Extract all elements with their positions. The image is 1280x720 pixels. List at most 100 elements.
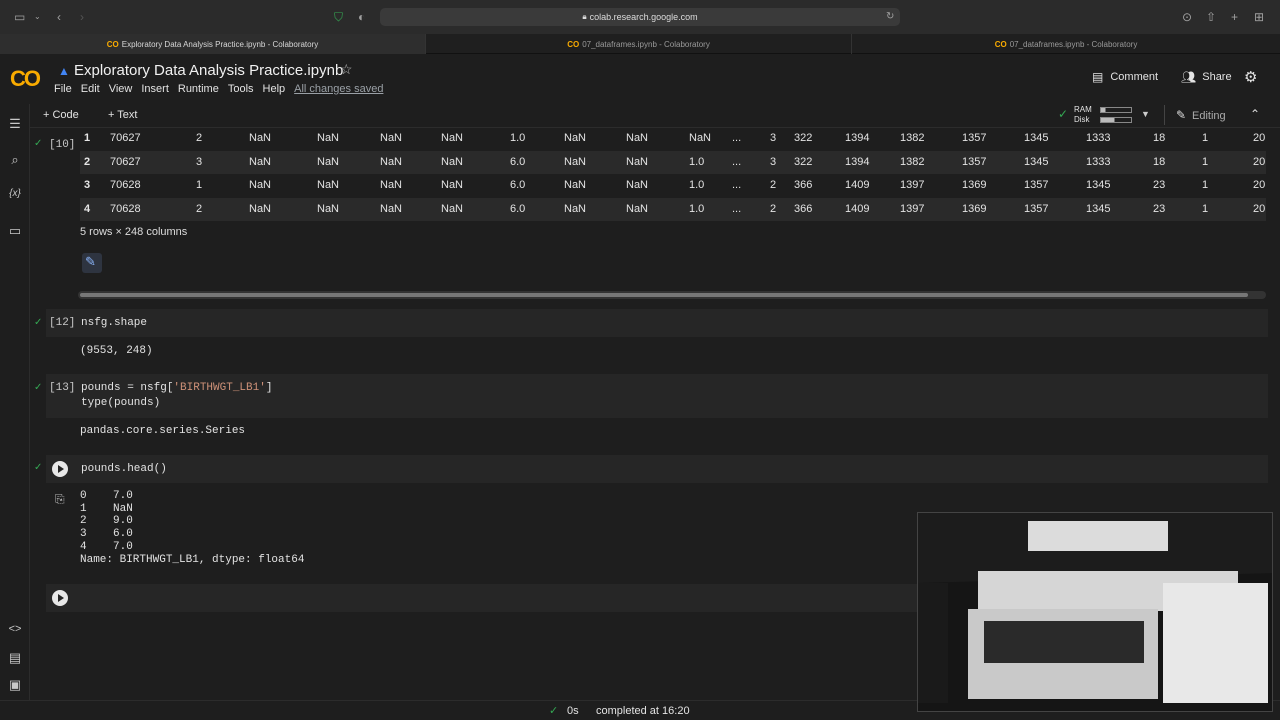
address-bar[interactable]: 🔒︎ colab.research.google.com (380, 8, 900, 26)
table-cell: 1382 (900, 155, 925, 168)
table-cell: 20 (1253, 132, 1266, 144)
table-cell: 2 (770, 202, 777, 215)
menu-view[interactable]: View (109, 83, 133, 95)
files-icon[interactable]: ▭ (7, 223, 23, 239)
add-text-button[interactable]: + Text (108, 109, 137, 121)
table-row: 2 70627 3 NaN NaN NaN NaN 6.0 NaN NaN 1.0... 3 322 13… (80, 150, 1266, 174)
disk-label: Disk (1074, 115, 1090, 124)
table-row: 3 70628 1 NaN NaN NaN NaN 6.0 NaN NaN 1.0... 2 366 14… (80, 174, 1266, 197)
save-status[interactable]: All changes saved (294, 83, 383, 95)
toc-icon[interactable]: ☰ (7, 116, 23, 132)
collapse-header-icon[interactable]: ⌃ (1250, 107, 1260, 121)
new-tab-icon[interactable]: + (1231, 9, 1238, 25)
table-cell: 70628 (110, 179, 141, 191)
notebook-toolbar: + Code + Text ✓ RAM Disk ▼ ✎ Editing ⌃ (30, 104, 1280, 128)
resources-indicator[interactable]: RAM Disk (1074, 105, 1132, 125)
tab-eda[interactable]: CO Exploratory Data Analysis Practice.ip… (0, 34, 426, 54)
comment-label: Comment (1110, 71, 1159, 83)
share-button[interactable]: 👥︎ Share (1181, 70, 1232, 84)
table-cell: NaN (380, 132, 403, 144)
table-cell: 1 (1202, 132, 1209, 144)
cell-10-check-icon: ✓ (34, 138, 43, 149)
sidebar-toggle-icon[interactable]: ▭ (14, 9, 25, 25)
search-icon[interactable]: ⌕ (7, 152, 23, 168)
empty-cell-run-button[interactable] (52, 590, 68, 606)
table-cell: 18 (1153, 155, 1166, 168)
table-cell: 3 (196, 155, 203, 168)
download-icon[interactable]: ⊙ (1182, 9, 1192, 25)
table-cell: NaN (441, 202, 464, 215)
cell-12-editor[interactable] (46, 309, 1268, 337)
table-cell: 2 (770, 179, 777, 191)
colab-logo[interactable]: CO (10, 66, 41, 92)
table-cell: ... (732, 132, 742, 144)
menu-edit[interactable]: Edit (81, 83, 100, 95)
menu-file[interactable]: File (54, 83, 72, 95)
command-palette-icon[interactable]: ▤ (7, 650, 23, 666)
shield-icon[interactable]: ⛉ (334, 9, 343, 25)
menu-help[interactable]: Help (263, 83, 286, 95)
tab-overview-icon[interactable]: ⊞ (1254, 9, 1264, 25)
colab-tab-icon: CO (994, 39, 1007, 49)
table-cell: 1357 (1024, 202, 1049, 215)
cell-14-editor[interactable] (46, 455, 1268, 483)
resources-dropdown-icon[interactable]: ▼ (1141, 109, 1150, 119)
table-cell: NaN (317, 179, 340, 191)
forward-icon[interactable]: › (80, 9, 84, 25)
table-cell: 1394 (845, 155, 870, 168)
reload-icon[interactable]: ↻ (886, 9, 894, 25)
output-line: 2 9.0 (80, 515, 133, 528)
url-text: colab.research.google.com (589, 12, 698, 22)
table-cell: NaN (626, 132, 649, 144)
output-actions-icon[interactable]: ⎘ (55, 492, 65, 507)
settings-gear-icon[interactable]: ⚙ (1244, 68, 1257, 86)
table-cell: 1333 (1086, 155, 1111, 168)
table-cell: NaN (441, 155, 464, 168)
menu-bar: File Edit View Insert Runtime Tools Help… (54, 83, 392, 95)
variables-icon[interactable]: {x} (7, 188, 23, 199)
editing-mode-button[interactable]: Editing (1192, 110, 1226, 122)
table-cell: 1345 (1086, 179, 1111, 191)
back-icon[interactable]: ‹ (57, 9, 61, 25)
ram-bar (1100, 107, 1132, 113)
chevron-down-icon[interactable]: ⌄ (34, 9, 41, 25)
table-cell: 1397 (900, 202, 925, 215)
status-completed: completed at 16:20 (596, 705, 690, 717)
cell-13-editor[interactable] (46, 374, 1268, 418)
menu-runtime[interactable]: Runtime (178, 83, 219, 95)
people-icon: 👥︎ (1181, 70, 1197, 84)
menu-insert[interactable]: Insert (141, 83, 169, 95)
tab-dataframes-1[interactable]: CO 07_dataframes.ipynb - Colaboratory (426, 34, 852, 54)
reader-icon[interactable]: ◐ (358, 9, 365, 25)
scrollbar-thumb[interactable] (80, 293, 1248, 297)
horizontal-scrollbar[interactable] (78, 291, 1266, 299)
table-cell: 6.0 (510, 155, 526, 168)
table-cell: 1357 (1024, 179, 1049, 191)
tab-label: Exploratory Data Analysis Practice.ipynb… (121, 39, 319, 49)
magic-wand-button[interactable]: ✎ (82, 253, 102, 273)
menu-tools[interactable]: Tools (228, 83, 254, 95)
star-icon[interactable]: ☆ (340, 61, 353, 78)
cell-13-check-icon: ✓ (34, 382, 43, 393)
table-cell: 1 (1202, 202, 1209, 215)
table-cell: 70628 (110, 202, 141, 215)
table-cell: 20 (1253, 202, 1266, 215)
table-cell: 1369 (962, 179, 987, 191)
table-cell: NaN (249, 179, 272, 191)
table-cell: 1345 (1024, 132, 1049, 144)
add-code-button[interactable]: + Code (43, 109, 79, 121)
cell-12-exec-count: [12] (49, 317, 76, 329)
tab-label: 07_dataframes.ipynb - Colaboratory (1009, 39, 1138, 49)
cell-13-output: pandas.core.series.Series (80, 425, 246, 437)
code-snippets-icon[interactable]: <> (7, 623, 23, 635)
table-cell: 2 (196, 132, 203, 144)
comment-button[interactable]: ▤ Comment (1092, 70, 1158, 84)
cell-14-run-button[interactable] (52, 461, 68, 477)
table-cell: 1369 (962, 202, 987, 215)
cell-10-exec-count: [10] (49, 139, 76, 151)
notebook-title[interactable]: Exploratory Data Analysis Practice.ipynb (74, 62, 343, 79)
tab-dataframes-2[interactable]: CO 07_dataframes.ipynb - Colaboratory (852, 34, 1280, 54)
table-cell: NaN (626, 155, 649, 168)
terminal-icon[interactable]: ▣ (7, 677, 23, 693)
share-icon[interactable]: ⇧ (1206, 9, 1216, 25)
